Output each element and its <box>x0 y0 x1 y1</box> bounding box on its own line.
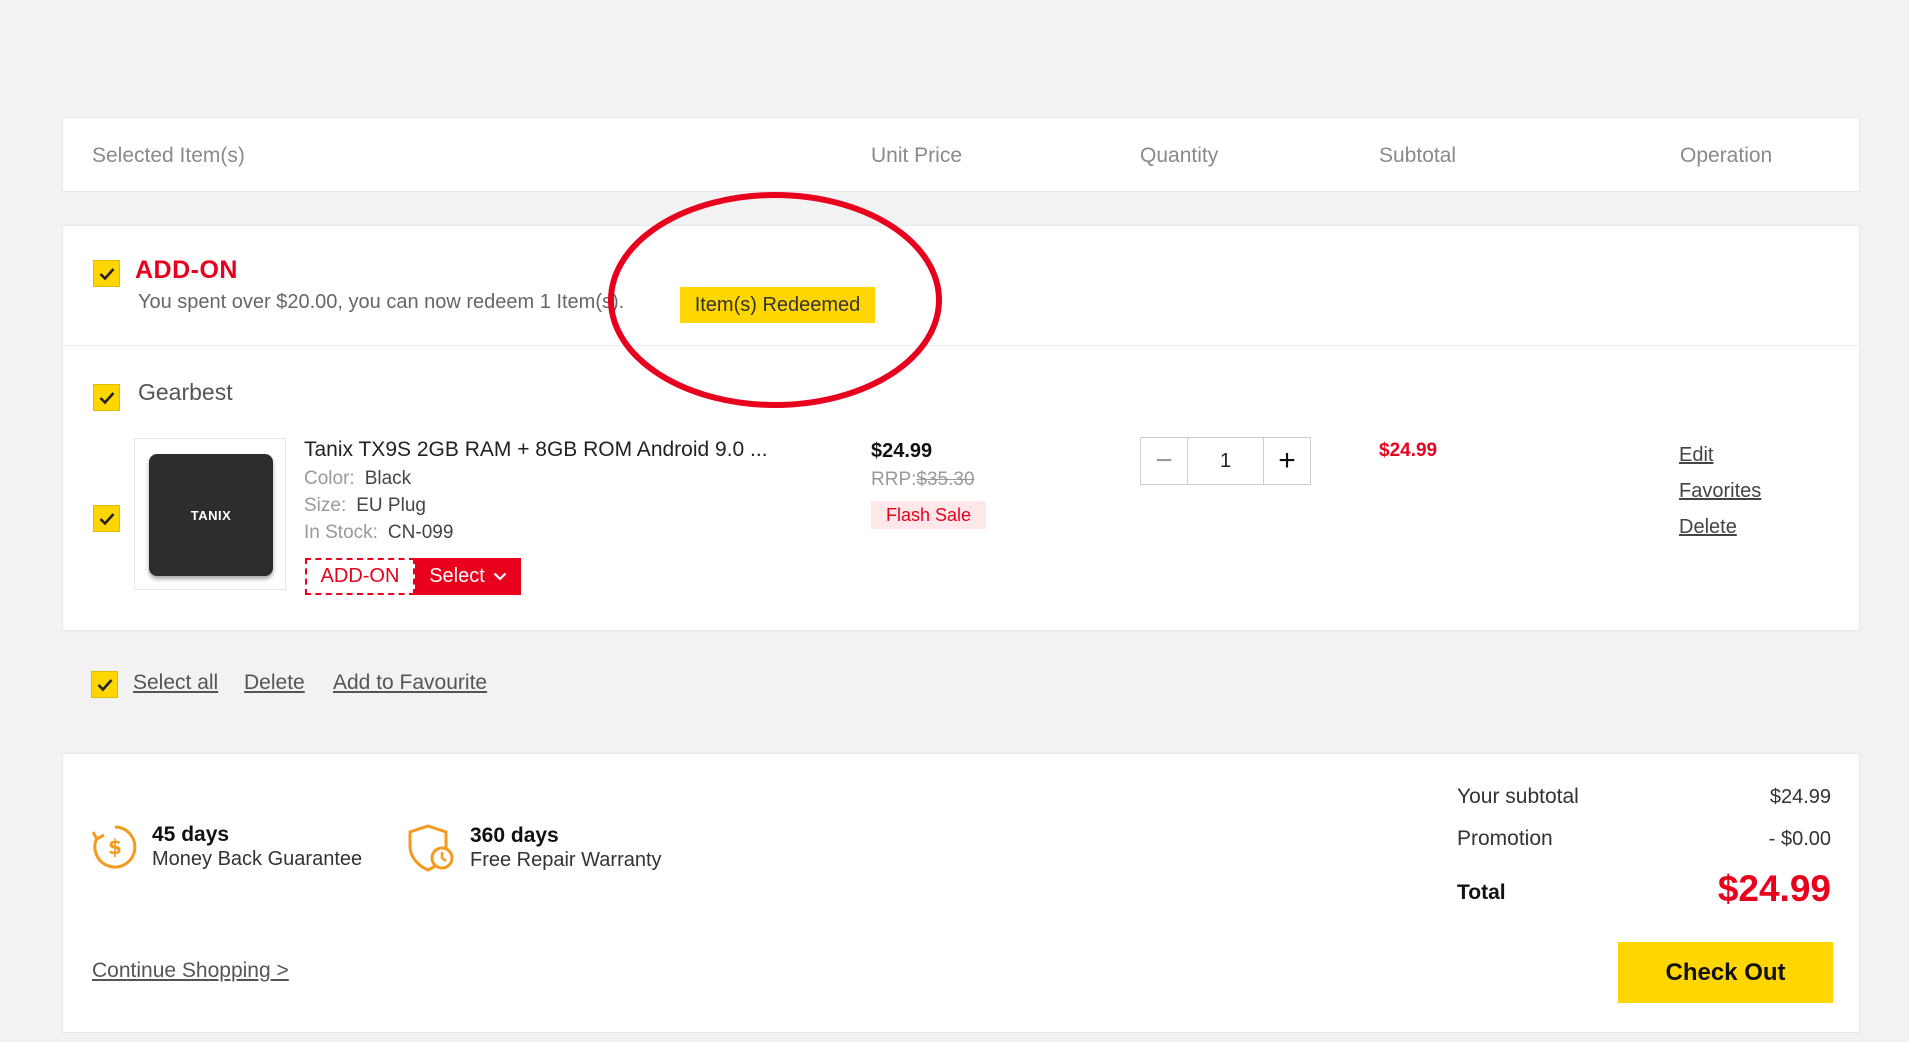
select-all-checkbox[interactable] <box>91 671 118 698</box>
item-checkbox[interactable] <box>93 505 120 532</box>
check-icon <box>99 392 115 405</box>
checkout-button[interactable]: Check Out <box>1618 942 1833 1003</box>
select-all-link[interactable]: Select all <box>133 671 218 695</box>
rrp-price: RRP:$35.30 <box>871 469 975 490</box>
subtotal-label: Your subtotal <box>1457 785 1579 808</box>
items-redeemed-badge[interactable]: Item(s) Redeemed <box>680 287 875 323</box>
product-brand-logo: TANIX <box>190 507 232 523</box>
chevron-down-icon <box>493 572 507 581</box>
store-name[interactable]: Gearbest <box>138 379 233 406</box>
cart-panel: ADD-ON You spent over $20.00, you can no… <box>62 192 1860 631</box>
edit-link[interactable]: Edit <box>1679 444 1713 467</box>
guarantee-subtitle: Free Repair Warranty <box>470 848 662 871</box>
cart-table-header: Selected Item(s) Unit Price Quantity Sub… <box>62 117 1860 192</box>
subtotal-value: $24.99 <box>1769 786 1831 808</box>
product-title[interactable]: Tanix TX9S 2GB RAM + 8GB ROM Android 9.0… <box>304 438 768 462</box>
total-value: $24.99 <box>1717 868 1831 909</box>
select-label: Select <box>429 565 485 587</box>
check-icon <box>99 268 115 281</box>
money-back-icon: $ <box>91 825 137 869</box>
addon-row: ADD-ON You spent over $20.00, you can no… <box>63 192 1859 408</box>
add-to-favourite-link[interactable]: Add to Favourite <box>333 671 487 695</box>
promotion-value: - $0.00 <box>1768 828 1831 850</box>
header-subtotal: Subtotal <box>1379 144 1457 167</box>
qty-minus-button[interactable]: − <box>1141 438 1187 484</box>
shield-clock-icon <box>408 824 454 872</box>
check-icon <box>97 679 113 692</box>
product-attr-stock: In Stock: CN-099 <box>304 522 454 543</box>
continue-shopping-link[interactable]: Continue Shopping > <box>92 959 289 983</box>
guarantee-repair-warranty: 360 days Free Repair Warranty <box>406 822 662 874</box>
addon-description: You spent over $20.00, you can now redee… <box>138 291 625 313</box>
unit-price: $24.99 <box>871 440 933 462</box>
total-label: Total <box>1457 881 1506 904</box>
delete-item-link[interactable]: Delete <box>1679 516 1737 539</box>
store-checkbox[interactable] <box>93 384 120 411</box>
guarantee-title: 45 days <box>152 822 230 846</box>
header-unit-price: Unit Price <box>871 144 963 167</box>
addon-title: ADD-ON <box>135 256 238 284</box>
delete-selected-link[interactable]: Delete <box>244 671 305 695</box>
header-quantity: Quantity <box>1140 144 1219 167</box>
addon-select-button[interactable]: Select <box>415 558 521 595</box>
flash-sale-badge: Flash Sale <box>871 501 987 529</box>
header-selected-items: Selected Item(s) <box>92 144 245 167</box>
favorites-link[interactable]: Favorites <box>1679 480 1761 503</box>
order-summary-panel: $ 45 days Money Back Guarantee 360 days … <box>62 753 1860 1033</box>
addon-checkbox[interactable] <box>93 260 120 287</box>
promotion-label: Promotion <box>1457 827 1553 850</box>
product-attr-size: Size: EU Plug <box>304 495 426 516</box>
product-attr-color: Color: Black <box>304 468 412 489</box>
guarantee-title: 360 days <box>470 823 559 847</box>
quantity-stepper: − 1 + <box>1140 437 1311 485</box>
addon-tag: ADD-ON <box>305 558 415 595</box>
check-icon <box>99 513 115 526</box>
product-thumbnail[interactable]: TANIX <box>134 438 286 590</box>
guarantee-subtitle: Money Back Guarantee <box>152 847 363 870</box>
svg-text:$: $ <box>108 835 122 859</box>
item-subtotal: $24.99 <box>1379 440 1438 461</box>
qty-plus-button[interactable]: + <box>1264 438 1310 484</box>
quantity-input[interactable]: 1 <box>1187 438 1264 484</box>
header-operation: Operation <box>1680 144 1773 167</box>
guarantee-money-back: $ 45 days Money Back Guarantee <box>90 822 362 872</box>
product-image: TANIX <box>149 454 273 576</box>
